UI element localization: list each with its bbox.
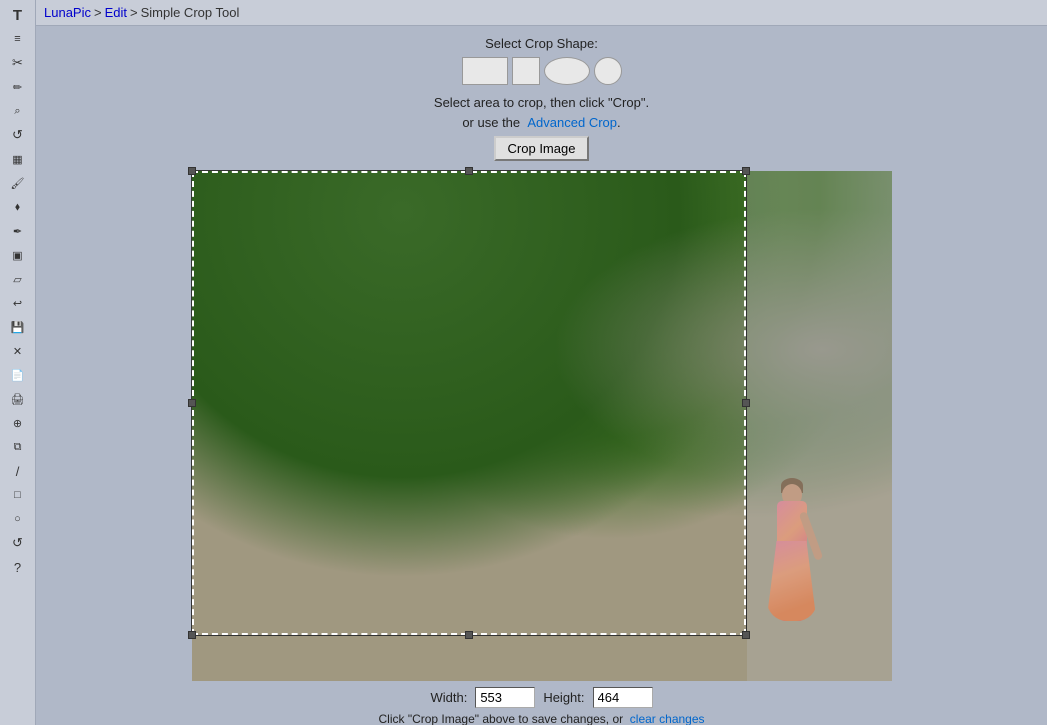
page-title: Simple Crop Tool [141, 5, 240, 20]
tool-grid[interactable]: ▦ [4, 148, 32, 170]
tool-rect[interactable]: □ [4, 484, 32, 506]
tool-line[interactable]: / [4, 460, 32, 482]
sidebar: T ≡ ✂ ✏ ⌕ ↺ ▦ 🖌 ⬧ ✒ ▣ ▱ ↩ 💾 ✕ 📄 🖨 ⊕ ⧉ / … [0, 0, 36, 725]
sep2: > [130, 5, 138, 20]
tool-magnify[interactable]: ⌕ [4, 100, 32, 122]
tool-scissors[interactable]: ✂ [4, 52, 32, 74]
width-input[interactable] [475, 687, 535, 708]
tool-pen[interactable]: ✏ [4, 76, 32, 98]
height-label: Height: [543, 690, 584, 705]
tool-dropper[interactable]: ⬧ [4, 196, 32, 218]
tool-pencil2[interactable]: ✒ [4, 220, 32, 242]
tool-text[interactable]: T [4, 4, 32, 26]
person-skirt [767, 541, 817, 621]
tool-rotate[interactable]: ↺ [4, 124, 32, 146]
tool-undo2[interactable]: ↺ [4, 532, 32, 554]
tool-close[interactable]: ✕ [4, 340, 32, 362]
topbar: LunaPic > Edit > Simple Crop Tool [36, 0, 1047, 26]
tool-save[interactable]: 💾 [4, 316, 32, 338]
sep1: > [94, 5, 102, 20]
instruction-prefix: or use the [462, 115, 520, 130]
content-area: Select Crop Shape: Select area to crop, … [36, 26, 1047, 725]
shape-ellipse-btn[interactable] [544, 57, 590, 85]
shape-rect-btn[interactable] [462, 57, 508, 85]
width-label: Width: [430, 690, 467, 705]
advanced-crop-link[interactable]: Advanced Crop [527, 115, 617, 130]
tool-lines[interactable]: ≡ [4, 28, 32, 50]
crop-image-button[interactable]: Crop Image [494, 136, 590, 161]
crop-shapes-container [462, 57, 622, 85]
crop-shape-label: Select Crop Shape: [485, 36, 598, 51]
image-canvas-area[interactable] [192, 171, 892, 681]
canvas-image [192, 171, 892, 681]
main-area: LunaPic > Edit > Simple Crop Tool Select… [36, 0, 1047, 725]
instruction-line1: Select area to crop, then click "Crop". [434, 95, 649, 110]
tool-stamp[interactable]: ⊕ [4, 412, 32, 434]
edit-link[interactable]: Edit [105, 5, 127, 20]
shape-circle-btn[interactable] [594, 57, 622, 85]
tool-copy[interactable]: ⧉ [4, 436, 32, 458]
tool-doc[interactable]: 📄 [4, 364, 32, 386]
dim-note: Click "Crop Image" above to save changes… [378, 712, 704, 725]
tool-eraser[interactable]: ▱ [4, 268, 32, 290]
dimensions-row: Width: Height: [430, 687, 652, 708]
person-figure [762, 451, 822, 621]
instruction-suffix: . [617, 115, 621, 130]
lunapic-link[interactable]: LunaPic [44, 5, 91, 20]
tool-paint[interactable]: 🖌 [4, 172, 32, 194]
tool-ellipse[interactable]: ○ [4, 508, 32, 530]
shape-square-btn[interactable] [512, 57, 540, 85]
beach-background [192, 171, 892, 681]
tool-help[interactable]: ? [4, 556, 32, 578]
tool-frames[interactable]: ▣ [4, 244, 32, 266]
dim-note-prefix: Click "Crop Image" above to save changes… [378, 712, 623, 725]
tool-print[interactable]: 🖨 [4, 388, 32, 410]
height-input[interactable] [593, 687, 653, 708]
tool-undo[interactable]: ↩ [4, 292, 32, 314]
clear-changes-link[interactable]: clear changes [630, 712, 705, 725]
instructions: Select area to crop, then click "Crop". … [434, 93, 649, 132]
